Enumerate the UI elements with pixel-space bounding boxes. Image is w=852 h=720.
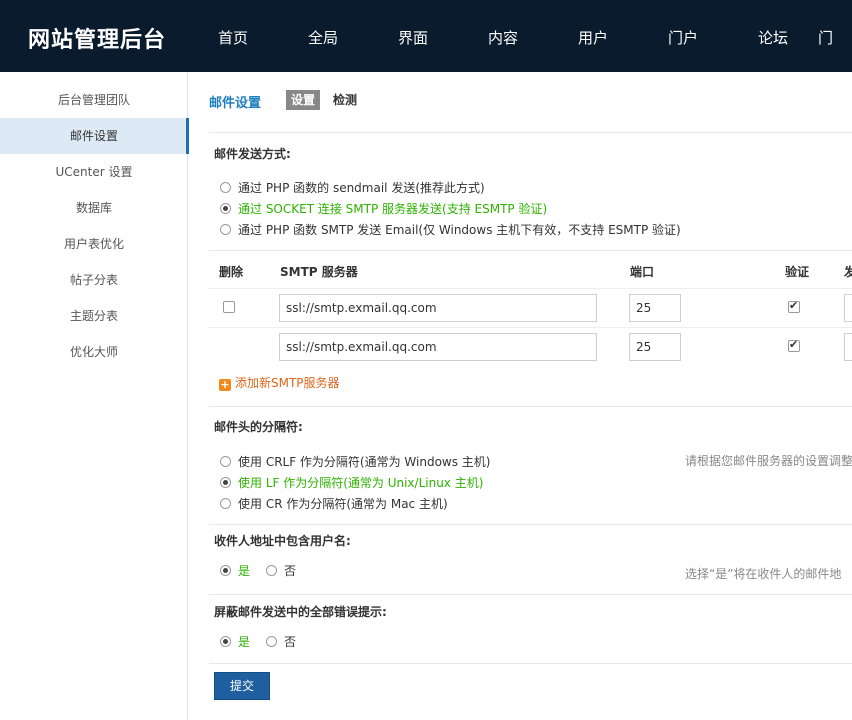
sidebar-item-post-split[interactable]: 帖子分表 — [0, 262, 188, 298]
delete-checkbox[interactable] — [223, 301, 235, 313]
option-label: 通过 PHP 函数的 sendmail 发送(推荐此方式) — [238, 181, 485, 195]
option-label: 通过 PHP 函数 SMTP 发送 Email(仅 Windows 主机下有效，… — [238, 223, 681, 237]
add-smtp-label: 添加新SMTP服务器 — [235, 376, 340, 390]
radio-checked-icon[interactable] — [220, 203, 231, 214]
send-method-title: 邮件发送方式: — [214, 147, 291, 161]
smtp-port-input[interactable] — [629, 294, 681, 322]
mute-errors-yes[interactable]: 是 — [220, 634, 250, 650]
divider — [209, 524, 852, 525]
radio-checked-icon[interactable] — [220, 565, 231, 576]
row-divider — [209, 327, 852, 328]
send-method-option-php-smtp[interactable]: 通过 PHP 函数 SMTP 发送 Email(仅 Windows 主机下有效，… — [220, 222, 681, 238]
radio-checked-icon[interactable] — [220, 477, 231, 488]
top-header: 网站管理后台 首页 全局 界面 内容 用户 门户 论坛 门 — [0, 0, 852, 72]
radio-icon[interactable] — [266, 636, 277, 647]
separator-hint: 请根据您邮件服务器的设置调整 — [685, 454, 852, 468]
nav-item-users[interactable]: 用户 — [548, 27, 638, 48]
send-method-option-socket[interactable]: 通过 SOCKET 连接 SMTP 服务器发送(支持 ESMTP 验证) — [220, 201, 547, 217]
option-label: 是 — [238, 564, 251, 578]
divider — [209, 594, 852, 595]
divider — [209, 663, 852, 664]
radio-checked-icon[interactable] — [220, 636, 231, 647]
option-label: 是 — [238, 635, 251, 649]
nav-item-more[interactable]: 门 — [818, 27, 852, 48]
submit-button[interactable]: 提交 — [214, 672, 270, 700]
nav-item-global[interactable]: 全局 — [278, 27, 368, 48]
smtp-from-input[interactable] — [844, 294, 852, 322]
divider — [209, 132, 852, 133]
main-content: 邮件设置 设置 检测 邮件发送方式: 通过 PHP 函数的 sendmail 发… — [189, 72, 852, 720]
option-label: 通过 SOCKET 连接 SMTP 服务器发送(支持 ESMTP 验证) — [238, 202, 548, 216]
include-username-yes[interactable]: 是 — [220, 563, 250, 579]
nav-item-content[interactable]: 内容 — [458, 27, 548, 48]
nav-item-home[interactable]: 首页 — [188, 27, 278, 48]
sidebar: 后台管理团队 邮件设置 UCenter 设置 数据库 用户表优化 帖子分表 主题… — [0, 72, 189, 720]
mute-errors-no[interactable]: 否 — [266, 634, 296, 650]
separator-option-lf[interactable]: 使用 LF 作为分隔符(通常为 Unix/Linux 主机) — [220, 475, 483, 491]
option-label: 否 — [284, 564, 297, 578]
column-header-auth: 验证 — [785, 265, 810, 279]
sidebar-item-ucenter[interactable]: UCenter 设置 — [0, 154, 188, 190]
separator-option-cr[interactable]: 使用 CR 作为分隔符(通常为 Mac 主机) — [220, 496, 448, 512]
include-username-hint: 选择“是”将在收件人的邮件地 — [685, 567, 842, 581]
radio-icon[interactable] — [220, 224, 231, 235]
column-header-port: 端口 — [630, 265, 655, 279]
sidebar-item-user-table-optimize[interactable]: 用户表优化 — [0, 226, 188, 262]
radio-icon[interactable] — [220, 498, 231, 509]
sidebar-item-optimizer[interactable]: 优化大师 — [0, 334, 188, 370]
smtp-from-input[interactable] — [844, 333, 852, 361]
plus-icon: + — [219, 378, 231, 391]
radio-icon[interactable] — [266, 565, 277, 576]
divider — [209, 406, 852, 407]
option-label: 使用 CR 作为分隔符(通常为 Mac 主机) — [238, 497, 448, 511]
radio-icon[interactable] — [220, 182, 231, 193]
column-header-smtp-server: SMTP 服务器 — [280, 265, 358, 279]
auth-checkbox[interactable] — [788, 338, 800, 352]
include-username-no[interactable]: 否 — [266, 563, 296, 579]
send-method-option-sendmail[interactable]: 通过 PHP 函数的 sendmail 发送(推荐此方式) — [220, 180, 485, 196]
mute-errors-title: 屏蔽邮件发送中的全部错误提示: — [214, 605, 387, 619]
separator-title: 邮件头的分隔符: — [214, 420, 303, 434]
row-divider — [209, 288, 852, 289]
option-label: 否 — [284, 635, 297, 649]
divider — [209, 250, 852, 251]
separator-option-crlf[interactable]: 使用 CRLF 作为分隔符(通常为 Windows 主机) — [220, 454, 491, 470]
smtp-port-input[interactable] — [629, 333, 681, 361]
tab-settings[interactable]: 设置 — [286, 90, 321, 110]
radio-icon[interactable] — [220, 456, 231, 467]
smtp-server-input[interactable] — [279, 333, 597, 361]
auth-checkbox[interactable] — [788, 299, 800, 313]
tab-test[interactable]: 检测 — [328, 90, 362, 110]
sidebar-item-admin-team[interactable]: 后台管理团队 — [0, 82, 188, 118]
option-label: 使用 CRLF 作为分隔符(通常为 Windows 主机) — [238, 455, 491, 469]
smtp-server-input[interactable] — [279, 294, 597, 322]
column-header-delete: 删除 — [219, 265, 244, 279]
page-title: 邮件设置 — [209, 96, 262, 111]
option-label: 使用 LF 作为分隔符(通常为 Unix/Linux 主机) — [238, 476, 484, 490]
nav-item-interface[interactable]: 界面 — [368, 27, 458, 48]
column-header-from: 发 — [844, 265, 852, 279]
add-smtp-server-link[interactable]: + 添加新SMTP服务器 — [219, 376, 340, 391]
sidebar-item-database[interactable]: 数据库 — [0, 190, 188, 226]
nav-item-portal[interactable]: 门户 — [638, 27, 728, 48]
sidebar-item-mail-settings[interactable]: 邮件设置 — [0, 118, 189, 154]
nav-item-forum[interactable]: 论坛 — [728, 27, 818, 48]
sidebar-item-thread-split[interactable]: 主题分表 — [0, 298, 188, 334]
include-username-title: 收件人地址中包含用户名: — [214, 534, 351, 548]
site-logo: 网站管理后台 — [28, 28, 167, 53]
